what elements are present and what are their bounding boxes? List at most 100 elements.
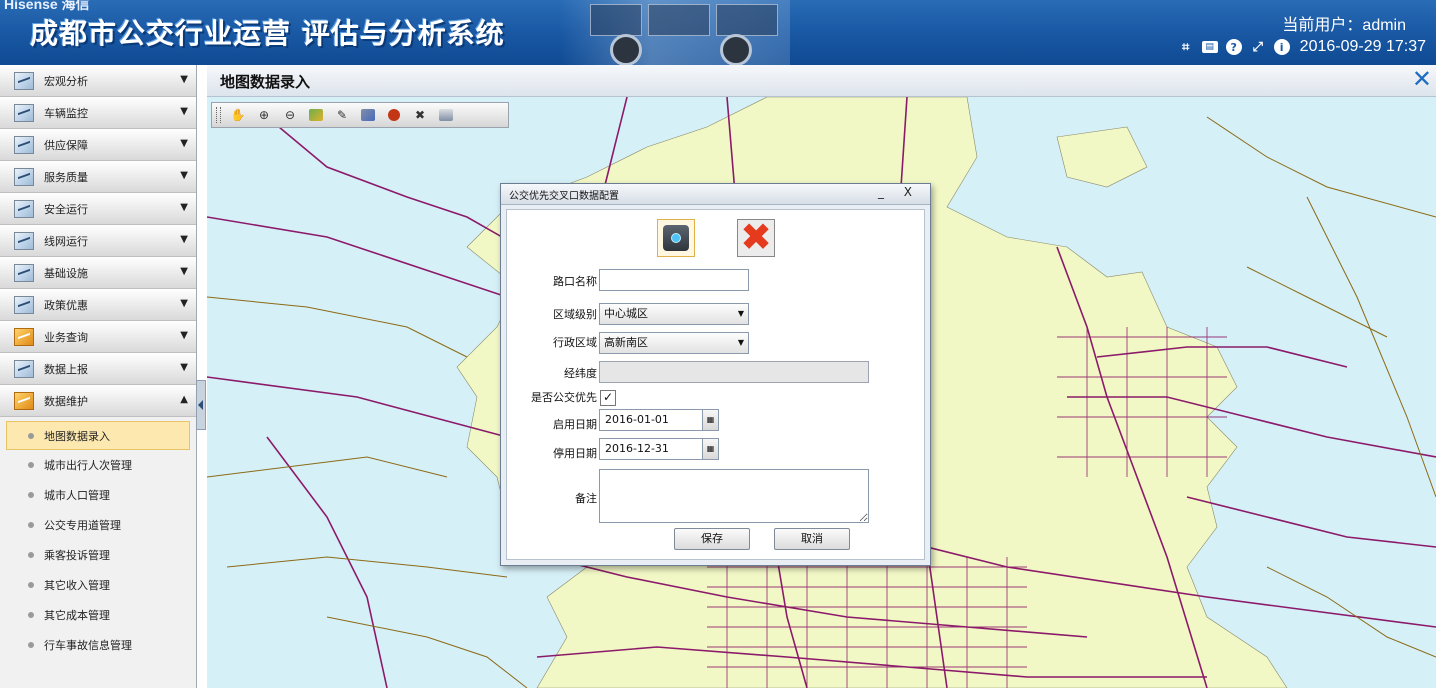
sidebar-item-macro-analysis[interactable]: 宏观分析 ▼ [0,65,196,97]
sidebar-item-policy[interactable]: 政策优惠 ▼ [0,289,196,321]
chevron-down-icon: ▼ [180,362,188,373]
sidebar-item-infrastructure[interactable]: 基础设施 ▼ [0,257,196,289]
area-level-value: 中心城区 [604,307,648,320]
toolbar-grip[interactable] [216,107,221,123]
sidebar-item-vehicle-monitor[interactable]: 车辆监控 ▼ [0,97,196,129]
subnav-label: 公交专用道管理 [44,519,121,532]
sidebar-item-label: 服务质量 [44,170,88,184]
bus-priority-checkbox[interactable]: ✓ [600,390,616,406]
sidebar-item-label: 宏观分析 [44,74,88,88]
pan-icon[interactable]: ✋ [227,105,249,125]
dialog-window-buttons[interactable]: _ X [878,185,920,199]
intersection-name-input[interactable] [599,269,749,291]
sidebar-item-data-maintenance[interactable]: 数据维护 ▲ [0,385,196,417]
subnav-city-population[interactable]: 城市人口管理 [0,480,196,510]
record-icon [663,225,689,251]
full-extent-icon[interactable] [305,105,327,125]
sidebar-item-supply[interactable]: 供应保障 ▼ [0,129,196,161]
zoom-out-icon[interactable]: ⊖ [279,105,301,125]
sidebar: 宏观分析 ▼ 车辆监控 ▼ 供应保障 ▼ 服务质量 ▼ 安全运行 ▼ 线网运行 … [0,65,197,688]
dialog-title: 公交优先交叉口数据配置 [509,191,619,202]
start-date-label: 启用日期 [553,418,597,431]
sidebar-item-data-report[interactable]: 数据上报 ▼ [0,353,196,385]
layer-icon[interactable] [357,105,379,125]
current-user-name: admin [1362,17,1406,34]
bullet-icon [28,432,34,439]
chevron-down-icon: ▼ [180,106,188,117]
subnav-accidents[interactable]: 行车事故信息管理 [0,630,196,660]
app-header: Hisense 海信 成都市公交行业运营 评估与分析系统 当前用户：admin … [0,0,1436,65]
district-select[interactable]: 高新南区 ▼ [599,332,749,354]
chevron-down-icon: ▼ [180,298,188,309]
help-icon[interactable]: ? [1225,39,1242,55]
sidebar-item-safety[interactable]: 安全运行 ▼ [0,193,196,225]
calendar-icon[interactable]: ▦ [702,410,718,430]
coord-label: 经纬度 [564,367,597,380]
chevron-down-icon: ▼ [180,74,188,85]
sidebar-item-network[interactable]: 线网运行 ▼ [0,225,196,257]
panel-titlebar: 地图数据录入 ✕ [207,65,1436,97]
zoom-in-icon[interactable]: ⊕ [253,105,275,125]
sidebar-item-label: 线网运行 [44,234,88,248]
chevron-down-icon: ▼ [180,138,188,149]
sidebar-item-label: 安全运行 [44,202,88,216]
supply-icon [14,135,34,154]
dialog-header: 公交优先交叉口数据配置 _ X [501,184,930,205]
subnav-other-cost[interactable]: 其它成本管理 [0,600,196,630]
cancel-icon-button[interactable]: ✖ [737,215,775,259]
confirm-icon-button[interactable] [657,219,695,257]
district-value: 高新南区 [604,336,648,349]
end-date-field[interactable]: 2016-12-31 ▦ [599,438,719,460]
bus-priority-label: 是否公交优先 [531,391,597,404]
chevron-down-icon: ▼ [180,170,188,181]
page-title: 地图数据录入 [220,73,311,91]
subnav-label: 其它收入管理 [44,579,110,592]
bullet-icon [28,462,34,468]
subnav-map-data-entry[interactable]: 地图数据录入 [6,421,190,450]
area-level-select[interactable]: 中心城区 ▼ [599,303,749,325]
bullet-icon [28,552,34,558]
remark-textarea[interactable] [599,469,869,523]
start-date-field[interactable]: 2016-01-01 ▦ [599,409,719,431]
close-icon: ✖ [740,215,772,259]
sidebar-collapse-handle[interactable] [196,380,206,430]
subnav-other-income[interactable]: 其它收入管理 [0,570,196,600]
edit-icon[interactable]: ✎ [331,105,353,125]
sidebar-item-label: 车辆监控 [44,106,88,120]
bullet-icon [28,612,34,618]
cancel-button[interactable]: 取消 [774,528,850,550]
close-icon[interactable]: ✕ [1412,67,1432,91]
subnav-label: 乘客投诉管理 [44,549,110,562]
chevron-up-icon: ▲ [180,394,188,405]
save-button[interactable]: 保存 [674,528,750,550]
subnav-label: 城市出行人次管理 [44,459,132,472]
subnav-bus-lane[interactable]: 公交专用道管理 [0,510,196,540]
end-date-label: 停用日期 [553,447,597,460]
fullscreen-icon[interactable]: ⤢ [1250,39,1266,55]
subnav-label: 行车事故信息管理 [44,639,132,652]
dropdown-arrow-icon: ▼ [737,309,744,318]
chart-line-icon [14,71,34,90]
sidebar-item-service-quality[interactable]: 服务质量 ▼ [0,161,196,193]
keyboard-icon[interactable]: ▤ [1201,41,1218,53]
coordinates-input [599,361,869,383]
chevron-down-icon: ▼ [180,266,188,277]
table-icon[interactable] [435,105,457,125]
location-icon[interactable] [383,105,405,125]
subnav-city-trips[interactable]: 城市出行人次管理 [0,450,196,480]
sidebar-item-query[interactable]: 业务查询 ▼ [0,321,196,353]
level-label: 区域级别 [553,308,597,321]
info-icon[interactable]: i [1273,39,1290,55]
query-icon [14,327,34,346]
dialog-body: ✖ 路口名称 区域级别 中心城区 ▼ 行政区域 高新南区 ▼ 经纬度 是否公交优… [506,209,925,560]
subnav-complaints[interactable]: 乘客投诉管理 [0,540,196,570]
subnav-label: 其它成本管理 [44,609,110,622]
clear-icon[interactable]: ✖ [409,105,431,125]
bullet-icon [28,522,34,528]
sidebar-item-label: 业务查询 [44,330,88,344]
policy-icon [14,295,34,314]
calendar-icon[interactable]: ▦ [702,439,718,459]
sidebar-item-label: 基础设施 [44,266,88,280]
maintenance-icon [14,391,34,410]
crop-icon[interactable]: ⌗ [1178,39,1194,55]
